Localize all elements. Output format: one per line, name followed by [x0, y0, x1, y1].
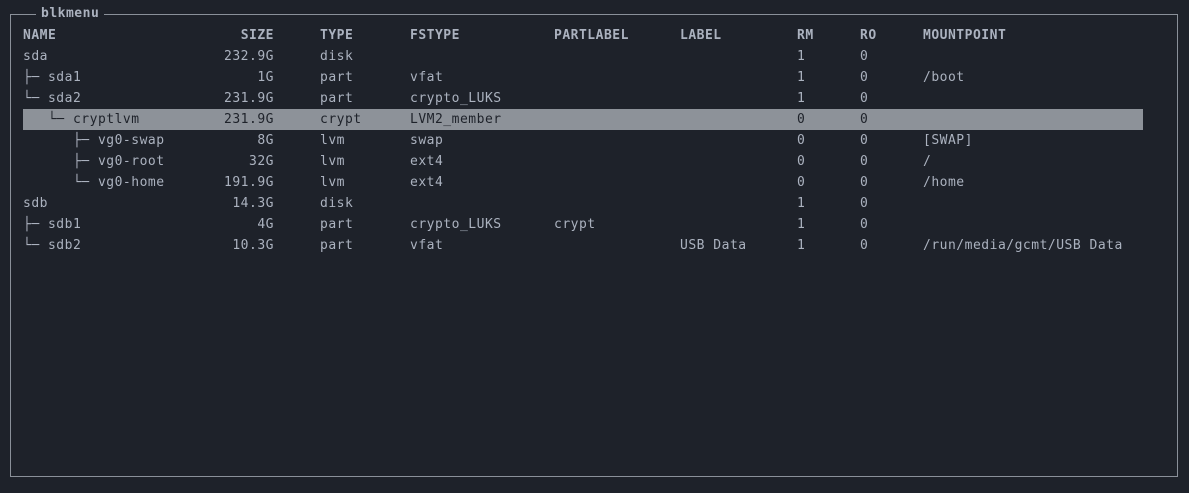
device-name: ├─ vg0-root — [23, 154, 165, 169]
device-rm: 0 — [797, 133, 806, 148]
column-header-type: TYPE — [320, 28, 354, 43]
device-row-sdb2[interactable]: └─ sdb2 10.3G part vfat USB Data 1 0 /ru… — [23, 235, 1143, 256]
device-fstype: ext4 — [410, 175, 444, 190]
device-name: ├─ vg0-swap — [23, 133, 165, 148]
device-ro: 0 — [860, 175, 869, 190]
device-row-vg0-home[interactable]: └─ vg0-home 191.9G lvm ext4 0 0 /home — [23, 172, 1143, 193]
device-name: ├─ sda1 — [23, 70, 82, 85]
device-ro: 0 — [860, 238, 869, 253]
device-fstype: crypto_LUKS — [410, 91, 502, 106]
device-rm: 1 — [797, 49, 806, 64]
device-type: disk — [320, 196, 354, 211]
device-partlabel: crypt — [554, 217, 596, 232]
device-type: lvm — [320, 154, 345, 169]
device-rm: 0 — [797, 112, 806, 127]
device-ro: 0 — [860, 49, 869, 64]
device-ro: 0 — [860, 196, 869, 211]
device-ro: 0 — [860, 91, 869, 106]
column-header-ro: RO — [860, 28, 877, 43]
device-mountpoint: / — [923, 154, 932, 169]
device-size: 1G — [257, 70, 274, 85]
device-rm: 1 — [797, 217, 806, 232]
device-mountpoint: /run/media/gcmt/USB Data — [923, 238, 1123, 253]
device-row-vg0-swap[interactable]: ├─ vg0-swap 8G lvm swap 0 0 [SWAP] — [23, 130, 1143, 151]
device-size: 191.9G — [224, 175, 274, 190]
device-rm: 1 — [797, 70, 806, 85]
device-row-sda1[interactable]: ├─ sda1 1G part vfat 1 0 /boot — [23, 67, 1143, 88]
column-header-name: NAME — [23, 28, 57, 43]
table-header: NAME SIZE TYPE FSTYPE PARTLABEL LABEL RM… — [23, 25, 1143, 46]
device-type: lvm — [320, 175, 345, 190]
device-name: ├─ sdb1 — [23, 217, 82, 232]
device-ro: 0 — [860, 154, 869, 169]
device-ro: 0 — [860, 217, 869, 232]
device-row-cryptlvm-selected[interactable]: └─ cryptlvm 231.9G crypt LVM2_member 0 0 — [23, 109, 1143, 130]
device-rm: 1 — [797, 91, 806, 106]
device-type: crypt — [320, 112, 362, 127]
device-row-sdb1[interactable]: ├─ sdb1 4G part crypto_LUKS crypt 1 0 — [23, 214, 1143, 235]
device-ro: 0 — [860, 112, 869, 127]
device-name: └─ cryptlvm — [23, 112, 140, 127]
column-header-rm: RM — [797, 28, 814, 43]
device-fstype: vfat — [410, 70, 444, 85]
column-header-partlabel: PARTLABEL — [554, 28, 629, 43]
device-size: 231.9G — [224, 112, 274, 127]
column-header-fstype: FSTYPE — [410, 28, 460, 43]
device-name: └─ vg0-home — [23, 175, 165, 190]
device-mountpoint: [SWAP] — [923, 133, 973, 148]
device-fstype: ext4 — [410, 154, 444, 169]
device-size: 231.9G — [224, 91, 274, 106]
device-row-sda[interactable]: sda 232.9G disk 1 0 — [23, 46, 1143, 67]
device-name: sdb — [23, 196, 48, 211]
device-type: part — [320, 217, 354, 232]
column-header-size: SIZE — [240, 28, 274, 43]
device-name: └─ sdb2 — [23, 238, 82, 253]
device-mountpoint: /boot — [923, 70, 965, 85]
device-size: 32G — [249, 154, 274, 169]
device-label: USB Data — [680, 238, 747, 253]
device-rm: 0 — [797, 154, 806, 169]
device-size: 4G — [257, 217, 274, 232]
device-fstype: vfat — [410, 238, 444, 253]
device-row-vg0-root[interactable]: ├─ vg0-root 32G lvm ext4 0 0 / — [23, 151, 1143, 172]
device-mountpoint: /home — [923, 175, 965, 190]
column-header-label: LABEL — [680, 28, 722, 43]
device-name: └─ sda2 — [23, 91, 82, 106]
device-type: disk — [320, 49, 354, 64]
device-fstype: crypto_LUKS — [410, 217, 502, 232]
device-size: 14.3G — [232, 196, 274, 211]
device-type: lvm — [320, 133, 345, 148]
device-rm: 1 — [797, 238, 806, 253]
device-fstype: swap — [410, 133, 444, 148]
device-name: sda — [23, 49, 48, 64]
window-title: blkmenu — [36, 5, 105, 23]
device-size: 10.3G — [232, 238, 274, 253]
device-row-sda2[interactable]: └─ sda2 231.9G part crypto_LUKS 1 0 — [23, 88, 1143, 109]
device-rm: 1 — [797, 196, 806, 211]
device-size: 8G — [257, 133, 274, 148]
device-fstype: LVM2_member — [410, 112, 502, 127]
device-type: part — [320, 91, 354, 106]
device-row-sdb[interactable]: sdb 14.3G disk 1 0 — [23, 193, 1143, 214]
device-type: part — [320, 238, 354, 253]
device-type: part — [320, 70, 354, 85]
device-rm: 0 — [797, 175, 806, 190]
device-ro: 0 — [860, 70, 869, 85]
device-size: 232.9G — [224, 49, 274, 64]
column-header-mountpoint: MOUNTPOINT — [923, 28, 1007, 43]
device-table: NAME SIZE TYPE FSTYPE PARTLABEL LABEL RM… — [23, 25, 1143, 256]
device-ro: 0 — [860, 133, 869, 148]
